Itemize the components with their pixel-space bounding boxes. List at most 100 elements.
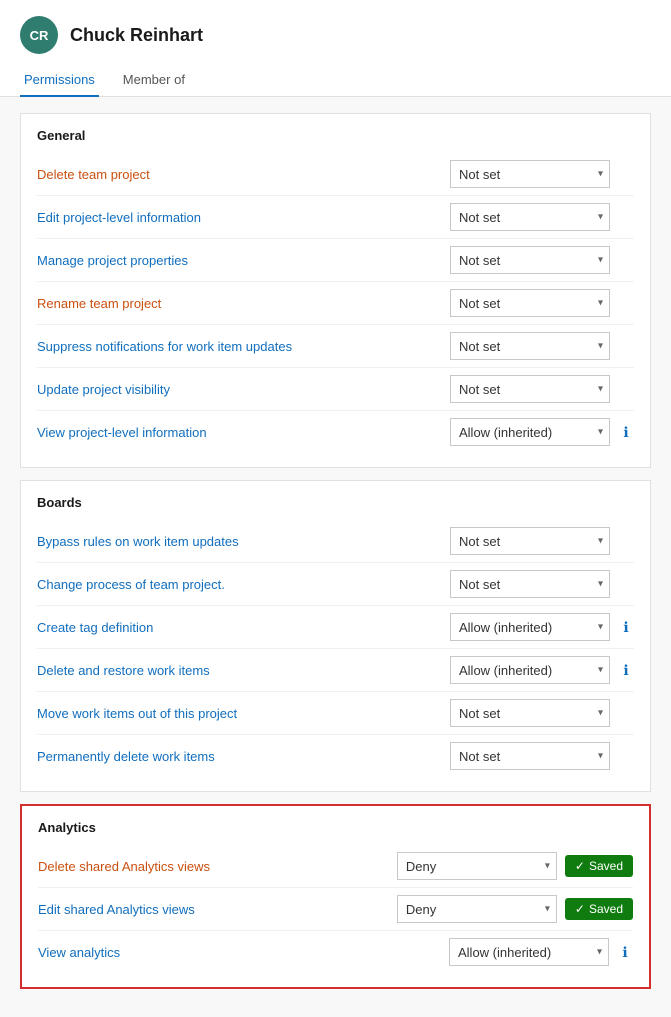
dropdown-bypass-rules[interactable]: Not setAllowAllow (inherited)Deny ▾ bbox=[450, 527, 610, 555]
section-general: General Delete team project Not setAllow… bbox=[20, 113, 651, 468]
select-delete-team-project[interactable]: Not setAllowAllow (inherited)Deny bbox=[450, 160, 610, 188]
dropdown-move-items[interactable]: Not setAllowAllow (inherited)Deny ▾ bbox=[450, 699, 610, 727]
dropdown-create-tag[interactable]: Not setAllowAllow (inherited)Deny ▾ bbox=[450, 613, 610, 641]
perm-label-delete-analytics: Delete shared Analytics views bbox=[38, 859, 397, 874]
username: Chuck Reinhart bbox=[70, 25, 203, 46]
perm-label-move-items: Move work items out of this project bbox=[37, 706, 450, 721]
info-icon[interactable]: ℹ bbox=[617, 944, 633, 961]
perm-row-edit-analytics: Edit shared Analytics views Not setAllow… bbox=[38, 888, 633, 931]
perm-actions-suppress-notifications: Not setAllowAllow (inherited)Deny ▾ bbox=[450, 332, 634, 360]
info-icon[interactable]: ℹ bbox=[618, 619, 634, 636]
section-analytics: Analytics Delete shared Analytics views … bbox=[20, 804, 651, 989]
tabs-bar: Permissions Member of bbox=[0, 64, 671, 97]
dropdown-suppress-notifications[interactable]: Not setAllowAllow (inherited)Deny ▾ bbox=[450, 332, 610, 360]
perm-row-view-project-info: View project-level information Not setAl… bbox=[37, 411, 634, 453]
section-boards: Boards Bypass rules on work item updates… bbox=[20, 480, 651, 792]
tab-member-of[interactable]: Member of bbox=[119, 64, 189, 97]
saved-label: Saved bbox=[589, 859, 623, 873]
perm-label-view-analytics: View analytics bbox=[38, 945, 449, 960]
perm-actions-view-analytics: Not setAllowAllow (inherited)Deny ▾ ℹ bbox=[449, 938, 633, 966]
section-general-title: General bbox=[37, 128, 634, 143]
perm-row-update-visibility: Update project visibility Not setAllowAl… bbox=[37, 368, 634, 411]
tab-permissions[interactable]: Permissions bbox=[20, 64, 99, 97]
perm-row-view-analytics: View analytics Not setAllowAllow (inheri… bbox=[38, 931, 633, 973]
perm-row-permanently-delete: Permanently delete work items Not setAll… bbox=[37, 735, 634, 777]
perm-label-rename-project: Rename team project bbox=[37, 296, 450, 311]
perm-label-update-visibility: Update project visibility bbox=[37, 382, 450, 397]
select-delete-analytics[interactable]: Not setAllowAllow (inherited)Deny bbox=[397, 852, 557, 880]
perm-actions-rename-project: Not setAllowAllow (inherited)Deny ▾ bbox=[450, 289, 634, 317]
perm-label-bypass-rules: Bypass rules on work item updates bbox=[37, 534, 450, 549]
section-analytics-title: Analytics bbox=[38, 820, 633, 835]
perm-label-create-tag: Create tag definition bbox=[37, 620, 450, 635]
select-change-process[interactable]: Not setAllowAllow (inherited)Deny bbox=[450, 570, 610, 598]
perm-label-edit-project-info: Edit project-level information bbox=[37, 210, 450, 225]
perm-label-manage-properties: Manage project properties bbox=[37, 253, 450, 268]
perm-actions-delete-restore: Not setAllowAllow (inherited)Deny ▾ ℹ bbox=[450, 656, 634, 684]
select-permanently-delete[interactable]: Not setAllowAllow (inherited)Deny bbox=[450, 742, 610, 770]
select-view-analytics[interactable]: Not setAllowAllow (inherited)Deny bbox=[449, 938, 609, 966]
select-edit-analytics[interactable]: Not setAllowAllow (inherited)Deny bbox=[397, 895, 557, 923]
select-manage-properties[interactable]: Not setAllowAllow (inherited)Deny bbox=[450, 246, 610, 274]
perm-actions-view-project-info: Not setAllowAllow (inherited)Deny ▾ ℹ bbox=[450, 418, 634, 446]
select-rename-project[interactable]: Not setAllowAllow (inherited)Deny bbox=[450, 289, 610, 317]
perm-row-delete-analytics: Delete shared Analytics views Not setAll… bbox=[38, 845, 633, 888]
section-boards-title: Boards bbox=[37, 495, 634, 510]
dropdown-delete-restore[interactable]: Not setAllowAllow (inherited)Deny ▾ bbox=[450, 656, 610, 684]
select-create-tag[interactable]: Not setAllowAllow (inherited)Deny bbox=[450, 613, 610, 641]
info-icon[interactable]: ℹ bbox=[618, 424, 634, 441]
avatar-initials: CR bbox=[30, 28, 49, 43]
dropdown-edit-project-info[interactable]: Not setAllowAllow (inherited)Deny ▾ bbox=[450, 203, 610, 231]
select-bypass-rules[interactable]: Not setAllowAllow (inherited)Deny bbox=[450, 527, 610, 555]
header: CR Chuck Reinhart bbox=[0, 0, 671, 64]
saved-badge-edit-analytics: ✓ Saved bbox=[565, 898, 633, 920]
perm-label-view-project-info: View project-level information bbox=[37, 425, 450, 440]
perm-row-suppress-notifications: Suppress notifications for work item upd… bbox=[37, 325, 634, 368]
select-move-items[interactable]: Not setAllowAllow (inherited)Deny bbox=[450, 699, 610, 727]
select-update-visibility[interactable]: Not setAllowAllow (inherited)Deny bbox=[450, 375, 610, 403]
perm-label-delete-team-project: Delete team project bbox=[37, 167, 450, 182]
info-icon[interactable]: ℹ bbox=[618, 662, 634, 679]
perm-row-move-items: Move work items out of this project Not … bbox=[37, 692, 634, 735]
saved-label: Saved bbox=[589, 902, 623, 916]
perm-row-rename-project: Rename team project Not setAllowAllow (i… bbox=[37, 282, 634, 325]
perm-actions-update-visibility: Not setAllowAllow (inherited)Deny ▾ bbox=[450, 375, 634, 403]
perm-row-change-process: Change process of team project. Not setA… bbox=[37, 563, 634, 606]
dropdown-view-project-info[interactable]: Not setAllowAllow (inherited)Deny ▾ bbox=[450, 418, 610, 446]
perm-actions-create-tag: Not setAllowAllow (inherited)Deny ▾ ℹ bbox=[450, 613, 634, 641]
perm-actions-bypass-rules: Not setAllowAllow (inherited)Deny ▾ bbox=[450, 527, 634, 555]
dropdown-rename-project[interactable]: Not setAllowAllow (inherited)Deny ▾ bbox=[450, 289, 610, 317]
avatar: CR bbox=[20, 16, 58, 54]
perm-row-delete-team-project: Delete team project Not setAllowAllow (i… bbox=[37, 153, 634, 196]
perm-actions-edit-project-info: Not setAllowAllow (inherited)Deny ▾ bbox=[450, 203, 634, 231]
perm-actions-edit-analytics: Not setAllowAllow (inherited)Deny ▾ ✓ Sa… bbox=[397, 895, 633, 923]
perm-label-delete-restore: Delete and restore work items bbox=[37, 663, 450, 678]
content-area: General Delete team project Not setAllow… bbox=[0, 97, 671, 1017]
check-icon: ✓ bbox=[575, 902, 585, 916]
select-delete-restore[interactable]: Not setAllowAllow (inherited)Deny bbox=[450, 656, 610, 684]
perm-label-permanently-delete: Permanently delete work items bbox=[37, 749, 450, 764]
dropdown-delete-analytics[interactable]: Not setAllowAllow (inherited)Deny ▾ bbox=[397, 852, 557, 880]
dropdown-permanently-delete[interactable]: Not setAllowAllow (inherited)Deny ▾ bbox=[450, 742, 610, 770]
dropdown-update-visibility[interactable]: Not setAllowAllow (inherited)Deny ▾ bbox=[450, 375, 610, 403]
dropdown-delete-team-project[interactable]: Not setAllowAllow (inherited)Deny ▾ bbox=[450, 160, 610, 188]
dropdown-view-analytics[interactable]: Not setAllowAllow (inherited)Deny ▾ bbox=[449, 938, 609, 966]
perm-actions-delete-team-project: Not setAllowAllow (inherited)Deny ▾ bbox=[450, 160, 634, 188]
dropdown-manage-properties[interactable]: Not setAllowAllow (inherited)Deny ▾ bbox=[450, 246, 610, 274]
perm-row-manage-properties: Manage project properties Not setAllowAl… bbox=[37, 239, 634, 282]
select-edit-project-info[interactable]: Not setAllowAllow (inherited)Deny bbox=[450, 203, 610, 231]
perm-row-edit-project-info: Edit project-level information Not setAl… bbox=[37, 196, 634, 239]
check-icon: ✓ bbox=[575, 859, 585, 873]
perm-actions-manage-properties: Not setAllowAllow (inherited)Deny ▾ bbox=[450, 246, 634, 274]
select-view-project-info[interactable]: Not setAllowAllow (inherited)Deny bbox=[450, 418, 610, 446]
perm-label-suppress-notifications: Suppress notifications for work item upd… bbox=[37, 339, 450, 354]
perm-label-change-process: Change process of team project. bbox=[37, 577, 450, 592]
dropdown-change-process[interactable]: Not setAllowAllow (inherited)Deny ▾ bbox=[450, 570, 610, 598]
dropdown-edit-analytics[interactable]: Not setAllowAllow (inherited)Deny ▾ bbox=[397, 895, 557, 923]
perm-row-delete-restore: Delete and restore work items Not setAll… bbox=[37, 649, 634, 692]
perm-row-bypass-rules: Bypass rules on work item updates Not se… bbox=[37, 520, 634, 563]
perm-actions-change-process: Not setAllowAllow (inherited)Deny ▾ bbox=[450, 570, 634, 598]
select-suppress-notifications[interactable]: Not setAllowAllow (inherited)Deny bbox=[450, 332, 610, 360]
perm-actions-move-items: Not setAllowAllow (inherited)Deny ▾ bbox=[450, 699, 634, 727]
perm-actions-permanently-delete: Not setAllowAllow (inherited)Deny ▾ bbox=[450, 742, 634, 770]
